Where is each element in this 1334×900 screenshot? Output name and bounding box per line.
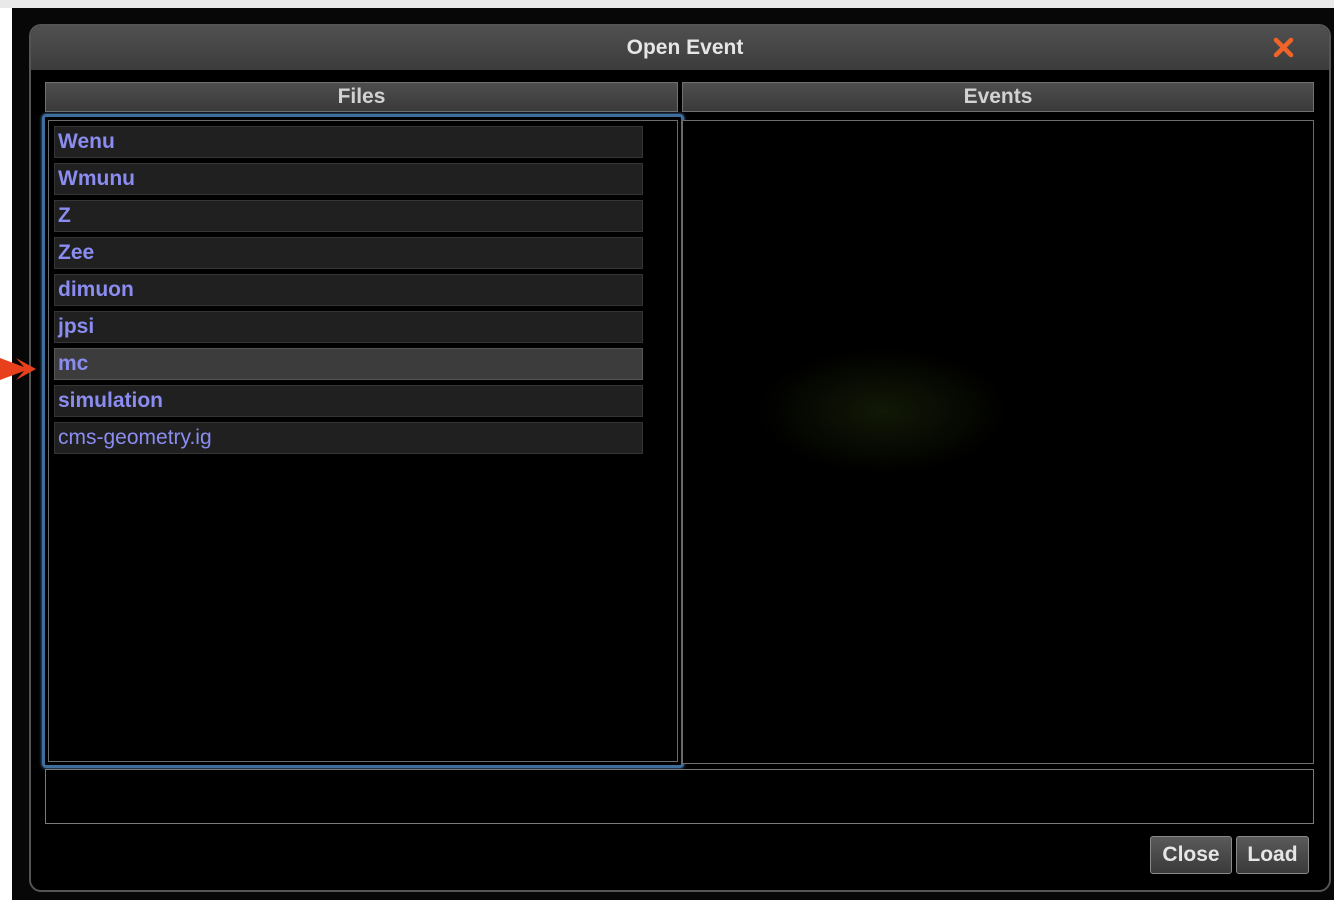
status-field bbox=[45, 769, 1314, 824]
file-item-mc[interactable]: mc bbox=[54, 348, 643, 380]
file-item-jpsi[interactable]: jpsi bbox=[54, 311, 643, 343]
files-column-header: Files bbox=[45, 82, 678, 112]
file-item-dimuon[interactable]: dimuon bbox=[54, 274, 643, 306]
file-item-simulation[interactable]: simulation bbox=[54, 385, 643, 417]
file-item-wenu[interactable]: Wenu bbox=[54, 126, 643, 158]
files-list-panel: Wenu Wmunu Z Zee dimuon jpsi mc simulati… bbox=[42, 114, 684, 768]
load-button[interactable]: Load bbox=[1236, 836, 1309, 874]
open-event-dialog: Open Event Files Events Wenu Wmunu Z Zee… bbox=[29, 24, 1331, 892]
file-item-cms-geometry[interactable]: cms-geometry.ig bbox=[54, 422, 643, 454]
files-list-frame: Wenu Wmunu Z Zee dimuon jpsi mc simulati… bbox=[48, 120, 678, 762]
close-x-icon[interactable] bbox=[1269, 32, 1299, 62]
file-item-z[interactable]: Z bbox=[54, 200, 643, 232]
top-strip bbox=[0, 0, 1334, 8]
events-column-header: Events bbox=[682, 82, 1314, 112]
events-list-panel[interactable] bbox=[682, 120, 1314, 764]
screen: Open Event Files Events Wenu Wmunu Z Zee… bbox=[0, 0, 1334, 900]
pointer-arrow-icon bbox=[0, 354, 36, 384]
close-button[interactable]: Close bbox=[1150, 836, 1232, 874]
dialog-title: Open Event bbox=[626, 36, 744, 59]
file-item-zee[interactable]: Zee bbox=[54, 237, 643, 269]
dialog-titlebar[interactable]: Open Event bbox=[31, 26, 1329, 70]
file-list: Wenu Wmunu Z Zee dimuon jpsi mc simulati… bbox=[54, 126, 643, 459]
file-item-wmunu[interactable]: Wmunu bbox=[54, 163, 643, 195]
